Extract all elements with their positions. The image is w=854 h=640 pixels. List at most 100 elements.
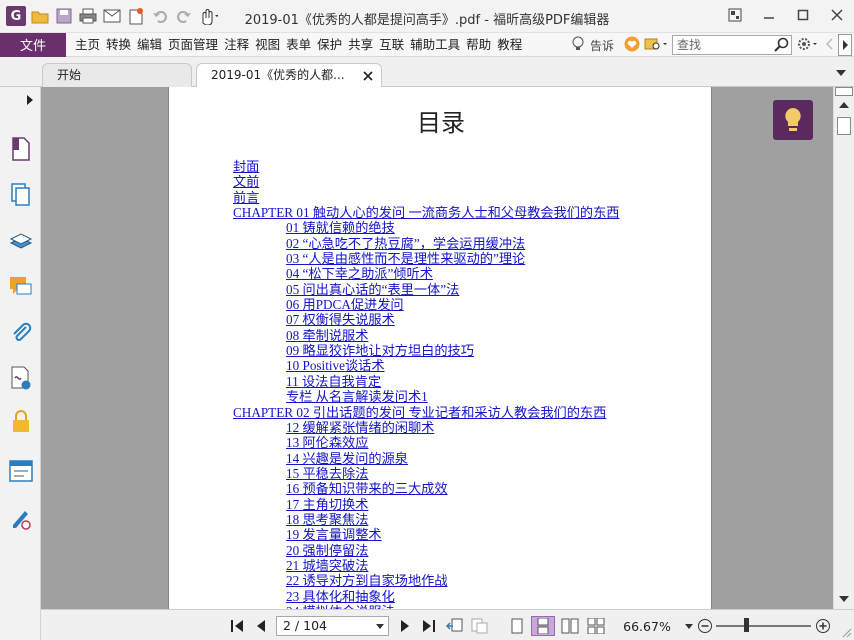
layers-icon[interactable] [9,229,33,253]
maximize-icon[interactable] [786,0,820,30]
form-fields-icon[interactable] [9,459,33,483]
hand-tool-icon[interactable] [198,6,218,26]
toc-link[interactable]: 04 “松下幸之助派”倾听术 [286,266,619,281]
menu-item-form[interactable]: 表单 [283,33,314,57]
toc-link[interactable]: 文前 [233,174,619,189]
zoom-slider-thumb[interactable] [744,618,750,632]
zoom-in-icon[interactable] [814,617,832,635]
search-icon[interactable] [773,37,789,53]
undo-icon[interactable] [150,6,170,26]
last-page-icon[interactable] [419,617,439,635]
attachment-icon[interactable] [9,321,33,345]
toc-link[interactable]: 05 问出真心话的“表里一体”法 [286,282,619,297]
find-options-icon[interactable] [644,36,668,55]
pdf-page[interactable]: 目录 封面 文前 前言 CHAPTER 01 触动人心的发问 一流商务人士和父母教会我… [168,87,712,609]
toc-link[interactable]: 16 预备知识带来的三大成效 [286,481,619,496]
toc-link[interactable]: 08 牵制说服术 [286,328,619,343]
scroll-thumb[interactable] [837,117,851,135]
tab-close-icon[interactable] [363,71,373,81]
scroll-up-icon[interactable] [839,101,849,109]
continuous-view-icon[interactable] [531,616,555,636]
toc-link[interactable]: 10 Positive谈话术 [286,358,619,373]
toc-link[interactable]: 19 发言量调整术 [286,527,619,542]
lightbulb-small-icon[interactable] [570,36,586,55]
open-folder-icon[interactable] [30,6,50,26]
menu-item-comment[interactable]: 注释 [221,33,252,57]
tab-start[interactable]: 开始 [42,63,192,87]
split-handle[interactable] [835,87,853,96]
tips-lightbulb-button[interactable] [773,100,813,140]
file-menu-button[interactable]: 文件 [0,32,66,57]
settings-gear-icon[interactable] [796,36,820,55]
tell-me-label[interactable]: 告诉 [590,37,614,54]
menu-item-convert[interactable]: 转换 [103,33,134,57]
pages-icon[interactable] [9,183,33,207]
toc-link[interactable]: 18 思考聚焦法 [286,512,619,527]
close-icon[interactable] [820,0,854,30]
menu-item-edit[interactable]: 编辑 [134,33,165,57]
toc-link[interactable]: 01 铸就信赖的绝技 [286,220,619,235]
single-page-view-icon[interactable] [507,617,527,635]
redo-icon[interactable] [174,6,194,26]
toc-link[interactable]: 专栏 从名言解读发问术1 [286,389,619,404]
toc-link[interactable]: 03 “人是由感性而不是理性来驱动的”理论 [286,251,619,266]
toc-link[interactable]: 21 城墙突破法 [286,558,619,573]
next-view-icon[interactable] [470,617,490,635]
menu-item-protect[interactable]: 保护 [314,33,345,57]
toc-link[interactable]: 07 权衡得失说服术 [286,312,619,327]
certificate-pen-icon[interactable] [9,507,33,531]
toc-link[interactable]: 20 强制停留法 [286,543,619,558]
tab-list-dropdown-icon[interactable] [836,69,846,77]
menu-item-view[interactable]: 视图 [252,33,283,57]
menu-item-home[interactable]: 主页 [72,33,103,57]
page-dropdown-icon[interactable] [376,624,384,629]
toc-link[interactable]: 13 阿伦森效应 [286,435,619,450]
toc-link[interactable]: CHAPTER 01 触动人心的发问 一流商务人士和父母教会我们的东西 [233,205,619,220]
signature-panel-icon[interactable] [9,366,33,390]
menu-item-connect[interactable]: 互联 [376,33,407,57]
toc-link[interactable]: 11 设法自我肯定 [286,374,619,389]
toc-link[interactable]: 17 主角切换术 [286,497,619,512]
comments-icon[interactable] [9,275,33,299]
vertical-scrollbar[interactable] [833,87,854,609]
next-page-icon[interactable] [396,617,414,635]
tab-document[interactable]: 2019-01《优秀的人都... [196,63,382,88]
search-input[interactable]: 查找 [672,35,792,55]
facing-view-icon[interactable] [559,617,581,635]
minimize-icon[interactable] [752,0,786,30]
zoom-out-icon[interactable] [696,617,714,635]
app-logo[interactable]: G [6,6,26,26]
toc-link[interactable]: 22 诱导对方到自家场地作战 [286,573,619,588]
toc-link[interactable]: 封面 [233,159,619,174]
new-document-icon[interactable] [126,6,146,26]
toc-link[interactable]: 09 略显狡诈地让对方坦白的技巧 [286,343,619,358]
feedback-heart-icon[interactable] [624,36,640,55]
previous-page-icon[interactable] [252,617,270,635]
ribbon-scroll-left-icon[interactable] [824,37,834,54]
email-icon[interactable] [102,6,122,26]
first-page-icon[interactable] [227,617,247,635]
previous-view-icon[interactable] [445,617,465,635]
menu-item-tutorial[interactable]: 教程 [494,33,525,57]
ribbon-scroll-right-icon[interactable] [838,34,852,56]
restore-layout-icon[interactable] [718,0,752,30]
toc-link[interactable]: 前言 [233,190,619,205]
print-icon[interactable] [78,6,98,26]
scroll-down-icon[interactable] [839,595,849,603]
continuous-facing-view-icon[interactable] [585,617,607,635]
menu-item-accessibility[interactable]: 辅助工具 [407,33,463,57]
zoom-dropdown-icon[interactable] [683,617,695,635]
zoom-slider-track[interactable] [716,625,811,627]
save-icon[interactable] [54,6,74,26]
menu-item-organize[interactable]: 页面管理 [165,33,221,57]
toc-link[interactable]: 15 平稳去除法 [286,466,619,481]
zoom-level[interactable]: 66.67% [621,617,673,635]
toc-link[interactable]: 12 缓解紧张情绪的闲聊术 [286,420,619,435]
toc-link[interactable]: 14 兴趣是发问的源泉 [286,451,619,466]
expand-pane-icon[interactable] [26,95,34,105]
toc-link[interactable]: 02 “心急吃不了热豆腐”，学会运用缓冲法 [286,236,619,251]
security-lock-icon[interactable] [9,409,33,433]
document-canvas[interactable]: 目录 封面 文前 前言 CHAPTER 01 触动人心的发问 一流商务人士和父母教会我… [41,87,833,609]
resize-grip-icon[interactable] [842,628,852,638]
toc-link[interactable]: 06 用PDCA促进发问 [286,297,619,312]
